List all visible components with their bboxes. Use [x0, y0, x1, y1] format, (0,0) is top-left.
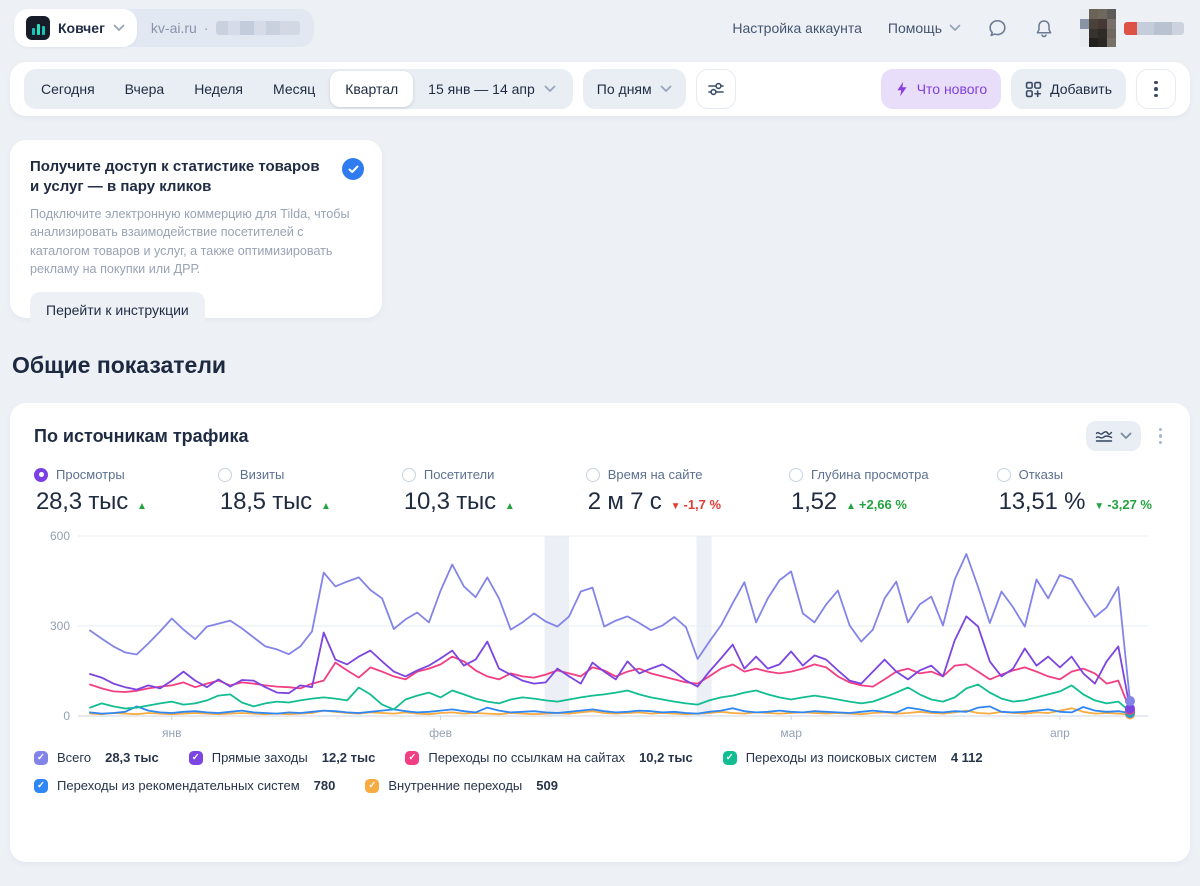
period-yesterday[interactable]: Вчера: [110, 71, 180, 107]
add-widget-label: Добавить: [1050, 81, 1112, 97]
period-week[interactable]: Неделя: [179, 71, 258, 107]
svg-text:апр: апр: [1050, 726, 1070, 740]
period-selector: Сегодня Вчера Неделя Месяц Квартал 15 ян…: [24, 69, 573, 109]
whats-new-label: Что нового: [916, 81, 988, 97]
legend-item-search[interactable]: Переходы из поисковых систем 4 112: [722, 750, 983, 765]
counter-site: kv-ai.ru: [150, 20, 197, 36]
chat-icon[interactable]: [987, 18, 1008, 39]
chevron-down-icon: [1120, 432, 1131, 439]
add-widget-button[interactable]: Добавить: [1011, 69, 1126, 109]
chevron-down-icon: [113, 24, 125, 31]
toolbar: Сегодня Вчера Неделя Месяц Квартал 15 ян…: [10, 62, 1190, 116]
svg-text:янв: янв: [162, 726, 182, 740]
account-settings-link[interactable]: Настройка аккаунта: [732, 20, 862, 36]
legend-item-direct[interactable]: Прямые заходы 12,2 тыс: [188, 750, 375, 765]
chevron-down-icon: [949, 24, 961, 31]
svg-text:0: 0: [63, 709, 70, 723]
promo-title: Получите доступ к статистике товаров и у…: [30, 158, 320, 196]
metric-bounce-rate[interactable]: Отказы 13,51 % ▼ -3,27 %: [996, 467, 1152, 516]
metrics-row: Просмотры 28,3 тыс ▲ Визиты 18,5 тыс ▲ Пос…: [34, 467, 1166, 516]
granularity-select[interactable]: По дням: [582, 69, 686, 109]
widget-menu-button[interactable]: [1155, 424, 1167, 449]
checkbox-icon: [722, 750, 737, 765]
legend-item-site-links[interactable]: Переходы по ссылкам на сайтах 10,2 тыс: [405, 750, 693, 765]
metric-views[interactable]: Просмотры 28,3 тыс ▲: [34, 467, 150, 516]
chart-type-button[interactable]: [1085, 421, 1141, 451]
traffic-chart-svg[interactable]: 0 300 600 янв фев мар апр: [34, 528, 1166, 744]
metrica-dashboard: Ковчег kv-ai.ru · Настройка аккаунта Пом…: [0, 0, 1200, 886]
check-badge-icon: [342, 158, 364, 180]
checkbox-icon: [34, 778, 48, 793]
legend-row: Переходы из рекомендательных систем 780 …: [34, 778, 1166, 793]
counter-selector[interactable]: Ковчег: [14, 9, 137, 47]
period-today[interactable]: Сегодня: [26, 71, 110, 107]
metric-page-depth[interactable]: Глубина просмотра 1,52 ▲ +2,66 %: [789, 467, 929, 516]
section-title: Общие показатели: [12, 352, 227, 378]
radio-icon: [401, 467, 416, 482]
account-settings-label: Настройка аккаунта: [732, 20, 862, 36]
trend-up-icon: ▲: [320, 501, 331, 512]
trend-up-icon: ▲: [845, 501, 856, 512]
period-month[interactable]: Месяц: [258, 71, 330, 107]
checkbox-icon: [405, 750, 420, 765]
legend-item-recommendation[interactable]: Переходы из рекомендательных систем 780: [34, 778, 335, 793]
svg-text:600: 600: [50, 529, 70, 543]
sliders-icon: [707, 82, 724, 96]
trend-up-icon: ▲: [137, 501, 147, 512]
counter-id-masked: [215, 21, 300, 35]
chevron-down-icon: [544, 85, 556, 92]
trend-down-icon: ▼: [1094, 501, 1105, 512]
line-chart-icon: [1095, 431, 1112, 442]
counter-name: Ковчег: [58, 20, 105, 36]
legend-item-internal[interactable]: Внутренние переходы 509: [365, 778, 558, 793]
separator-dot: ·: [203, 20, 209, 36]
metric-visitors[interactable]: Посетители 10,3 тыс ▲: [401, 467, 518, 516]
metric-time-on-site[interactable]: Время на сайте 2 м 7 с ▼ -1,7 %: [585, 467, 721, 516]
topbar-right: Настройка аккаунта Помощь: [732, 9, 1184, 47]
trend-down-icon: ▼: [670, 501, 681, 512]
promo-cta-button[interactable]: Перейти к инструкции: [30, 292, 205, 328]
svg-text:фев: фев: [429, 726, 452, 740]
counter-switch: Ковчег kv-ai.ru ·: [14, 9, 314, 47]
chart-legend: Всего 28,3 тыс Прямые заходы 12,2 тыс Пе…: [34, 750, 1166, 793]
widget-title: По источникам трафика: [34, 425, 249, 446]
promo-card: Получите доступ к статистике товаров и у…: [10, 140, 382, 328]
radio-selected-icon: [34, 467, 48, 482]
account-menu[interactable]: [1080, 9, 1184, 47]
radio-icon: [996, 467, 1011, 482]
svg-text:мар: мар: [780, 726, 802, 740]
metric-visits[interactable]: Визиты 18,5 тыс ▲: [217, 467, 334, 516]
period-quarter[interactable]: Квартал: [330, 71, 414, 107]
radio-icon: [789, 467, 804, 482]
help-label: Помощь: [887, 20, 942, 36]
radio-icon: [585, 467, 600, 482]
promo-body: Подключите электронную коммерцию для Til…: [30, 206, 350, 277]
notifications-bell-icon[interactable]: [1034, 18, 1054, 39]
whats-new-button[interactable]: Что нового: [880, 69, 1002, 109]
checkbox-icon: [188, 750, 203, 765]
date-range-picker[interactable]: 15 янв — 14 апр: [413, 71, 571, 107]
chevron-down-icon: [660, 85, 672, 92]
legend-item-total[interactable]: Всего 28,3 тыс: [34, 750, 159, 765]
kebab-menu-icon: [1154, 80, 1158, 98]
trend-up-icon: ▲: [504, 501, 515, 512]
radio-icon: [217, 467, 232, 482]
add-widget-icon: [1025, 81, 1042, 97]
checkbox-icon: [365, 778, 380, 793]
avatar: [1080, 9, 1116, 47]
counter-meta[interactable]: kv-ai.ru ·: [137, 9, 314, 47]
lightning-icon: [897, 81, 907, 97]
segments-filter-button[interactable]: [695, 69, 736, 109]
svg-text:300: 300: [50, 619, 70, 633]
username-masked: [1124, 21, 1184, 35]
legend-row: Всего 28,3 тыс Прямые заходы 12,2 тыс Пе…: [34, 750, 1166, 765]
topbar: Ковчег kv-ai.ru · Настройка аккаунта Пом…: [0, 0, 1200, 56]
more-menu-button[interactable]: [1136, 69, 1176, 109]
granularity-label: По дням: [596, 81, 652, 97]
help-menu[interactable]: Помощь: [888, 20, 961, 36]
date-range-label: 15 янв — 14 апр: [428, 81, 535, 97]
counter-logo-icon: [26, 16, 50, 40]
traffic-sources-widget: По источникам трафика Просмотры 28,3 тыс…: [10, 403, 1190, 862]
checkbox-icon: [34, 750, 48, 765]
